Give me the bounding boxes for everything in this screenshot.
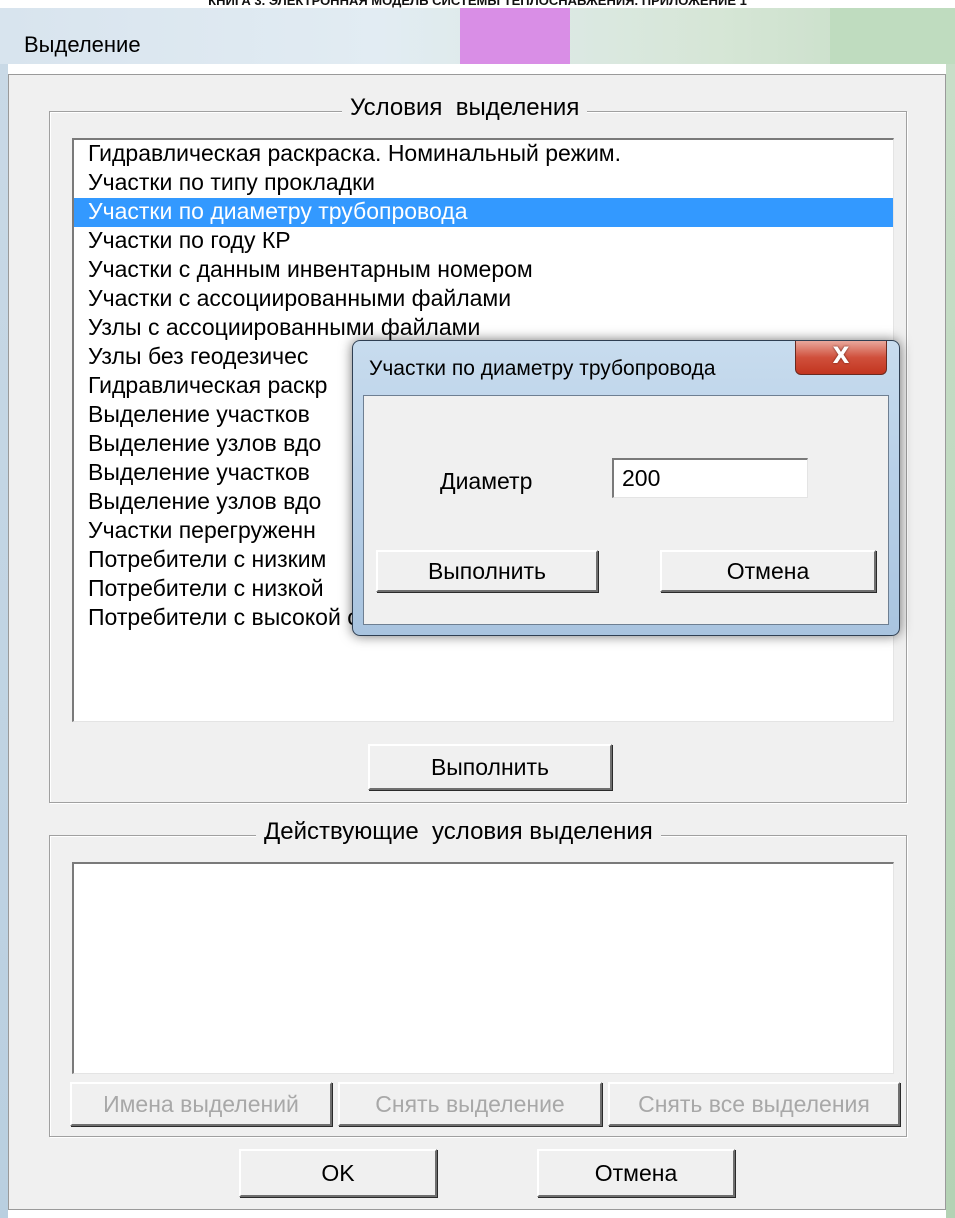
list-item[interactable]: Узлы с ассоциированными файлами [74, 314, 893, 343]
conditions-group-title: Условия выделения [342, 94, 588, 122]
active-conditions-listbox[interactable] [72, 862, 894, 1074]
diameter-input[interactable] [612, 458, 808, 498]
dialog-execute-button[interactable]: Выполнить [376, 550, 598, 592]
ok-button[interactable]: OK [239, 1149, 437, 1197]
list-item[interactable]: Участки с данным инвентарным номером [74, 256, 893, 285]
list-item[interactable]: Гидравлическая раскраска. Номинальный ре… [74, 140, 893, 169]
active-conditions-group-title: Действующие условия выделения [256, 818, 661, 846]
diameter-label: Диаметр [440, 468, 533, 494]
cancel-button[interactable]: Отмена [537, 1149, 735, 1197]
list-item[interactable]: Участки по типу прокладки [74, 169, 893, 198]
selection-names-button[interactable]: Имена выделений [70, 1082, 332, 1126]
list-item-selected[interactable]: Участки по диаметру трубопровода [74, 198, 893, 227]
window-title: Выделение [24, 32, 141, 57]
dialog-client-area: Диаметр Выполнить Отмена [363, 395, 889, 625]
dialog-cancel-button[interactable]: Отмена [660, 550, 876, 592]
clear-all-selections-button[interactable]: Снять все выделения [608, 1082, 900, 1126]
close-icon[interactable]: X [795, 341, 887, 375]
clear-selection-button[interactable]: Снять выделение [338, 1082, 602, 1126]
background-map-edge [946, 64, 955, 1218]
list-item[interactable]: Участки с ассоциированными файлами [74, 285, 893, 314]
document-header: КНИГА 3. ЭЛЕКТРОННАЯ МОДЕЛЬ СИСТЕМЫ ТЕПЛ… [208, 0, 747, 8]
diameter-dialog: Участки по диаметру трубопровода X Диаме… [352, 340, 900, 636]
active-conditions-group: Действующие условия выделения Имена выде… [49, 818, 907, 1137]
execute-button[interactable]: Выполнить [368, 744, 612, 790]
window-client-area: Условия выделения Гидравлическая раскрас… [8, 74, 946, 1210]
dialog-title: Участки по диаметру трубопровода [369, 357, 716, 380]
background-map-edge [0, 64, 8, 1218]
list-item[interactable]: Участки по году КР [74, 227, 893, 256]
